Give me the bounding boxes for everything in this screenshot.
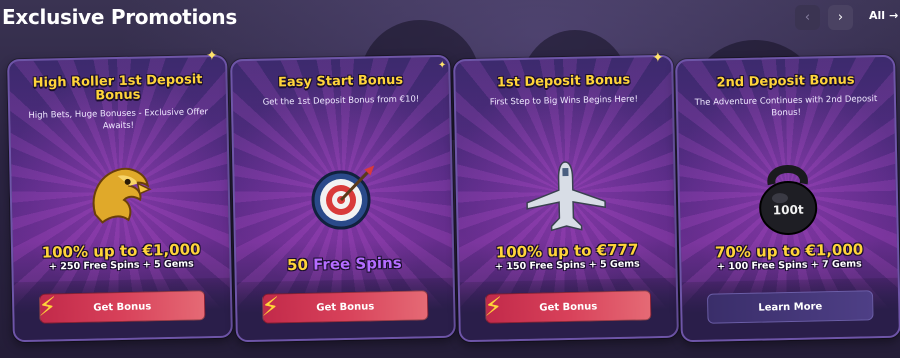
card-title: High Roller 1st Deposit Bonus (32, 72, 203, 104)
get-bonus-button[interactable]: ⚡ Get Bonus (484, 290, 652, 324)
offer-amount: up to €777 (547, 240, 639, 261)
card-offer: 100% up to €1,000 + 250 Free Spins + 5 G… (23, 240, 220, 274)
card-offer: 50 Free Spins (246, 253, 442, 275)
carousel-prev-button[interactable]: ‹ (795, 5, 820, 30)
arrow-right-icon: → (889, 9, 899, 22)
promo-card-easy-start[interactable]: Easy Start Bonus Get the 1st Deposit Bon… (230, 54, 456, 343)
target-icon (297, 150, 389, 242)
view-all-label: All (869, 9, 886, 22)
card-subtitle: The Adventure Continues with 2nd Deposit… (694, 94, 878, 119)
offer-amount: up to €1,000 (93, 240, 201, 261)
get-bonus-button[interactable]: ⚡ Get Bonus (38, 290, 206, 324)
promo-card-second-deposit[interactable]: 2nd Deposit Bonus The Adventure Continue… (675, 54, 900, 343)
card-title: Easy Start Bonus (277, 72, 404, 91)
chevron-left-icon: ‹ (804, 10, 811, 25)
cta-label: Get Bonus (316, 300, 375, 314)
chevron-right-icon: › (837, 10, 844, 25)
offer-headline: 50 Free Spins (246, 253, 442, 275)
promo-card-first-deposit[interactable]: 1st Deposit Bonus First Step to Big Wins… (453, 54, 679, 343)
sparkle-icon: ✦ (652, 50, 664, 66)
sparkle-icon: ✦ (206, 48, 218, 64)
get-bonus-button[interactable]: ⚡ Get Bonus (261, 290, 429, 324)
eagle-icon (74, 150, 166, 242)
card-subtitle: First Step to Big Wins Begins Here! (489, 94, 639, 108)
cta-label: Get Bonus (93, 300, 152, 314)
kettlebell-label: 100t (773, 203, 804, 218)
offer-amount: Free Spins (312, 253, 402, 274)
carousel-next-button[interactable]: › (828, 5, 853, 30)
offer-percent: 70% (714, 242, 757, 262)
cta-label: Get Bonus (539, 300, 598, 314)
card-subtitle: Get the 1st Deposit Bonus from €10! (262, 94, 420, 108)
offer-count: 50 (286, 255, 314, 275)
offer-amount: up to €1,000 (755, 240, 864, 261)
view-all-link[interactable]: All → (869, 9, 898, 22)
kettlebell-icon: 100t (742, 150, 834, 242)
airplane-icon (520, 150, 612, 242)
cta-label: Learn More (758, 300, 823, 314)
card-offer: 70% up to €1,000 + 100 Free Spins + 7 Ge… (691, 240, 888, 274)
offer-percent: 100% (41, 242, 94, 262)
card-title: 1st Deposit Bonus (496, 72, 631, 91)
lightning-icon: ⚡ (38, 292, 57, 323)
card-offer: 100% up to €777 + 150 Free Spins + 5 Gem… (469, 240, 666, 274)
card-subtitle: High Bets, Huge Bonuses - Exclusive Offe… (28, 107, 209, 132)
promotions-header: Exclusive Promotions ‹ › All → (0, 0, 900, 36)
lightning-icon: ⚡ (261, 292, 280, 323)
offer-percent: 100% (495, 242, 548, 262)
card-title: 2nd Deposit Bonus (716, 72, 855, 91)
learn-more-button[interactable]: Learn More (706, 290, 874, 324)
sparkle-icon: ✦ (438, 60, 447, 71)
page-title: Exclusive Promotions (2, 5, 237, 29)
promo-card-high-roller[interactable]: High Roller 1st Deposit Bonus High Bets,… (7, 54, 233, 343)
lightning-icon: ⚡ (484, 292, 503, 323)
